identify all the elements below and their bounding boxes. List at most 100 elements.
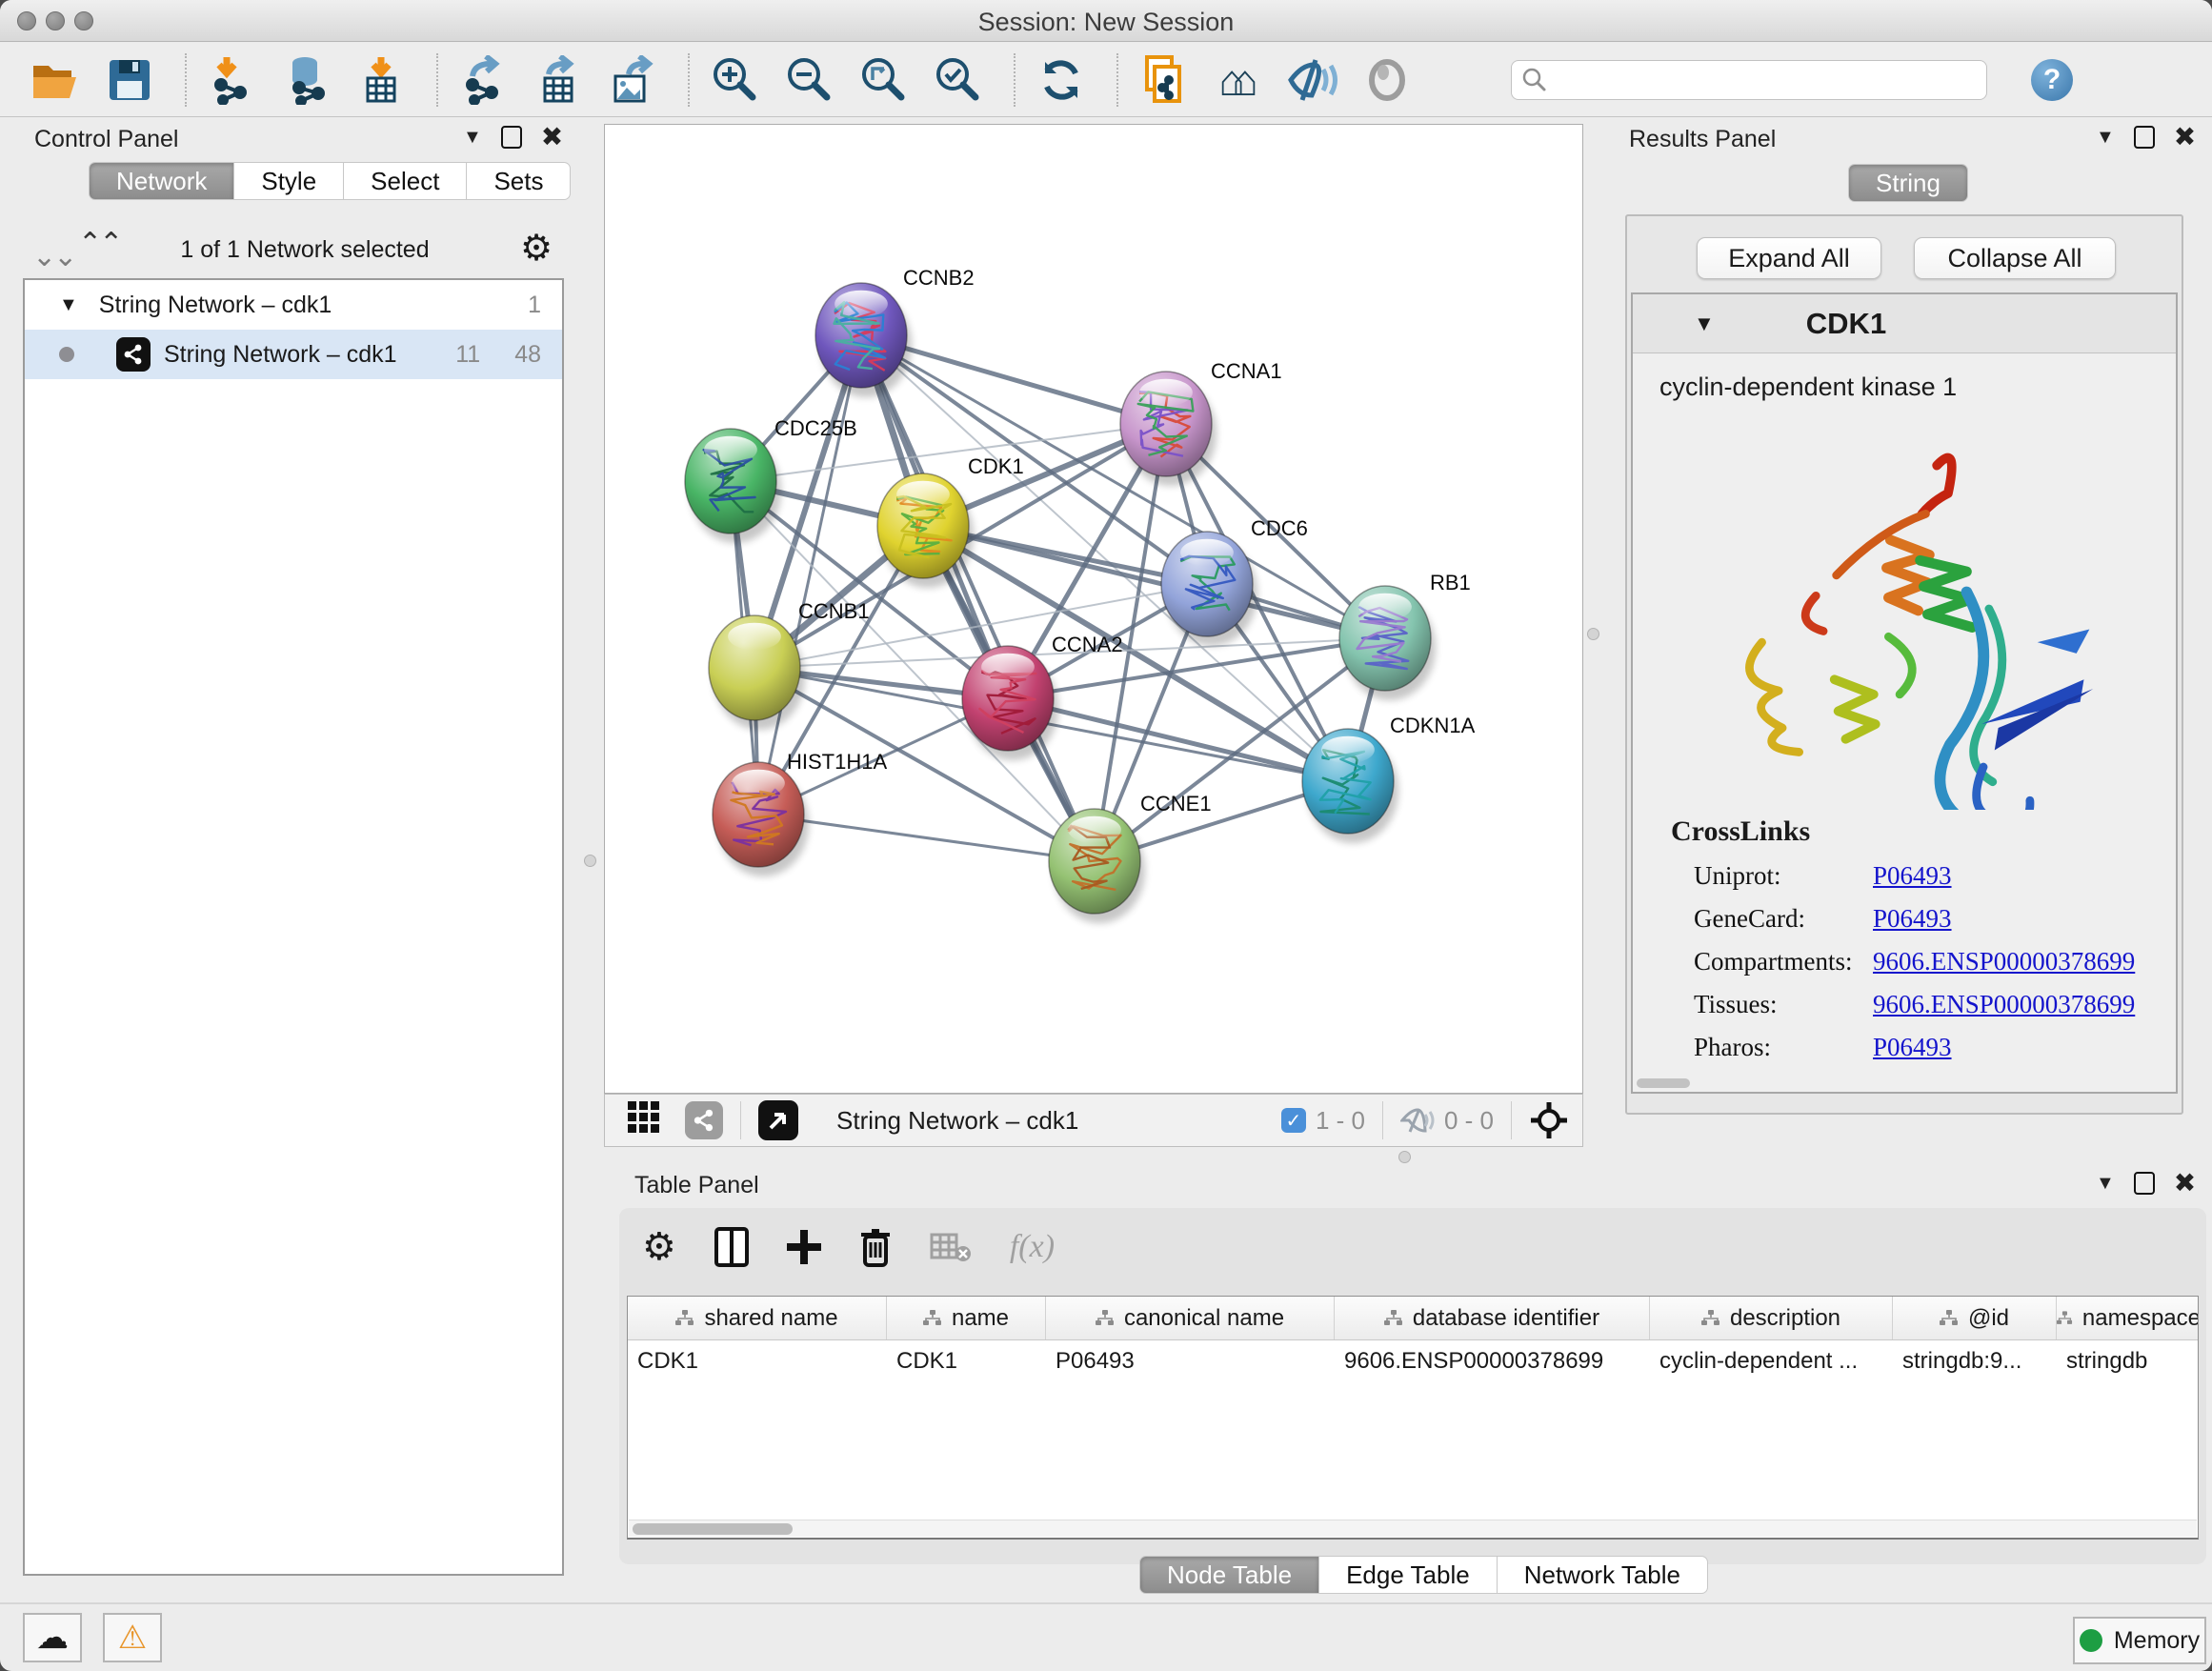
table-tabs: Node Table Edge Table Network Table xyxy=(1139,1556,1708,1594)
export-network-button[interactable] xyxy=(457,53,511,107)
card-hscrollbar-thumb[interactable] xyxy=(1637,1078,1690,1088)
crosslink-link[interactable]: P06493 xyxy=(1873,861,1952,891)
tab-edge-table[interactable]: Edge Table xyxy=(1319,1556,1498,1594)
zoom-selected-button[interactable] xyxy=(932,53,985,107)
export-image-button[interactable] xyxy=(606,53,659,107)
node-label: CDKN1A xyxy=(1390,714,1476,737)
main-toolbar: ⌂⌂ ? xyxy=(0,43,2212,117)
tab-network[interactable]: Network xyxy=(89,162,234,200)
help-button[interactable]: ? xyxy=(2031,59,2073,101)
control-panel-close-icon[interactable]: ✖ xyxy=(541,127,563,148)
export-table-button[interactable] xyxy=(532,53,585,107)
refresh-button[interactable] xyxy=(1035,53,1088,107)
show-hide-graphics-button[interactable] xyxy=(1286,53,1339,107)
left-splitter-handle[interactable] xyxy=(584,855,596,867)
tab-select[interactable]: Select xyxy=(344,162,467,200)
add-column-icon[interactable] xyxy=(787,1230,821,1264)
gray-eye-icon[interactable] xyxy=(1360,53,1414,107)
results-panel-float-icon[interactable] xyxy=(2134,126,2155,149)
import-table-file-button[interactable] xyxy=(354,53,408,107)
network-collection-row[interactable]: ▼ String Network – cdk1 1 xyxy=(25,280,562,330)
column-header[interactable]: canonical name xyxy=(1046,1297,1335,1339)
crosslink-link[interactable]: P06493 xyxy=(1873,904,1952,934)
fit-selected-crosshair-icon[interactable] xyxy=(1529,1100,1569,1140)
network-node-CDK1 xyxy=(877,473,969,578)
table-panel-float-icon[interactable] xyxy=(2134,1172,2155,1195)
column-header[interactable]: name xyxy=(887,1297,1046,1339)
table-cell[interactable]: cyclin-dependent ... xyxy=(1650,1340,1893,1382)
column-header[interactable]: database identifier xyxy=(1335,1297,1650,1339)
column-header[interactable]: namespace xyxy=(2057,1297,2199,1339)
column-header[interactable]: @id xyxy=(1893,1297,2057,1339)
results-panel-close-icon[interactable]: ✖ xyxy=(2174,127,2196,148)
control-panel-float-icon[interactable] xyxy=(501,126,522,149)
table-cell[interactable]: stringdb:9... xyxy=(1893,1340,2057,1382)
table-hscrollbar-thumb[interactable] xyxy=(633,1523,793,1535)
import-network-file-button[interactable] xyxy=(206,53,259,107)
table-cell[interactable]: stringdb xyxy=(2057,1340,2199,1382)
zoom-out-button[interactable] xyxy=(783,53,836,107)
node-table[interactable]: shared namenamecanonical namedatabase id… xyxy=(627,1296,2199,1540)
right-splitter-handle[interactable] xyxy=(1587,628,1599,640)
crosslink-row: Pharos: P06493 xyxy=(1694,1033,2176,1062)
table-panel-collapse-icon[interactable]: ▼ xyxy=(2096,1173,2115,1195)
table-cell[interactable]: 9606.ENSP00000378699 xyxy=(1335,1340,1650,1382)
expand-all-button[interactable]: Expand All xyxy=(1697,237,1881,279)
warnings-button[interactable]: ⚠ xyxy=(103,1613,162,1662)
column-header[interactable]: shared name xyxy=(628,1297,887,1339)
table-panel-close-icon[interactable]: ✖ xyxy=(2174,1173,2196,1194)
table-cell[interactable]: P06493 xyxy=(1046,1340,1335,1382)
zoom-fit-button[interactable] xyxy=(857,53,911,107)
birds-eye-view-icon[interactable] xyxy=(628,1101,660,1140)
collection-name: String Network – cdk1 xyxy=(99,292,528,319)
table-hscrollbar[interactable] xyxy=(629,1520,2197,1537)
tab-node-table[interactable]: Node Table xyxy=(1139,1556,1319,1594)
home-networks-icon[interactable]: ⌂⌂ xyxy=(1212,53,1265,107)
network-node-CCNA1 xyxy=(1120,372,1212,476)
cdk1-collapse-icon[interactable]: ▼ xyxy=(1694,312,1715,336)
zoom-in-button[interactable] xyxy=(709,53,762,107)
table-cell[interactable]: CDK1 xyxy=(887,1340,1046,1382)
cloud-status-button[interactable]: ☁ xyxy=(23,1613,82,1662)
tab-string[interactable]: String xyxy=(1848,164,1968,202)
string-badge-icon[interactable] xyxy=(685,1101,723,1139)
tab-style[interactable]: Style xyxy=(234,162,344,200)
results-panel-collapse-icon[interactable]: ▼ xyxy=(2096,127,2115,149)
duplicate-network-button[interactable] xyxy=(1137,53,1191,107)
memory-button[interactable]: Memory xyxy=(2073,1617,2206,1664)
selected-checkbox-icon[interactable]: ✓ xyxy=(1281,1108,1306,1133)
selected-counts: 1 - 0 xyxy=(1316,1106,1365,1136)
import-network-database-button[interactable] xyxy=(280,53,333,107)
crosslink-link[interactable]: P06493 xyxy=(1873,1033,1952,1062)
open-in-window-icon[interactable] xyxy=(758,1100,798,1140)
node-label: CDK1 xyxy=(968,454,1024,478)
hidden-eye-icon xyxy=(1400,1108,1435,1133)
show-columns-icon[interactable] xyxy=(714,1227,749,1267)
delete-column-icon[interactable] xyxy=(859,1227,892,1267)
search-input[interactable] xyxy=(1511,60,1987,100)
column-header[interactable]: description xyxy=(1650,1297,1893,1339)
crosslink-link[interactable]: 9606.ENSP00000378699 xyxy=(1873,947,2135,976)
control-panel-collapse-icon[interactable]: ▼ xyxy=(463,127,482,149)
network-canvas[interactable]: CCNB2CCNA1CDC25BCDK1CDC6RB1CCNB1CCNA2CDK… xyxy=(604,124,1583,1094)
save-session-button[interactable] xyxy=(103,53,156,107)
open-session-button[interactable] xyxy=(29,53,82,107)
network-row-selected[interactable]: String Network – cdk1 11 48 xyxy=(25,330,562,379)
collapse-all-networks-icon[interactable]: ⌄⌄ xyxy=(32,240,74,273)
network-options-gear-icon[interactable]: ⚙ xyxy=(520,227,553,270)
table-row[interactable]: CDK1CDK1P064939606.ENSP00000378699cyclin… xyxy=(628,1340,2198,1382)
tab-network-table[interactable]: Network Table xyxy=(1498,1556,1708,1594)
bottom-splitter-handle[interactable] xyxy=(1398,1151,1411,1163)
table-settings-gear-icon[interactable]: ⚙ xyxy=(642,1225,676,1269)
results-panel-title: Results Panel xyxy=(1629,126,1776,153)
expand-all-networks-icon[interactable]: ⌃⌃ xyxy=(78,227,120,260)
crosslink-row: Uniprot: P06493 xyxy=(1694,861,2176,891)
table-panel-controls: ▼ ✖ xyxy=(2096,1172,2196,1195)
cdk1-result-card: ▼ CDK1 cyclin-dependent kinase 1 xyxy=(1631,292,2178,1094)
collapse-all-button[interactable]: Collapse All xyxy=(1914,237,2116,279)
crosslink-link[interactable]: 9606.ENSP00000378699 xyxy=(1873,990,2135,1019)
tab-sets[interactable]: Sets xyxy=(467,162,571,200)
table-cell[interactable]: CDK1 xyxy=(628,1340,887,1382)
cdk1-card-header[interactable]: ▼ CDK1 xyxy=(1633,294,2176,353)
collection-expand-icon[interactable]: ▼ xyxy=(59,294,78,316)
